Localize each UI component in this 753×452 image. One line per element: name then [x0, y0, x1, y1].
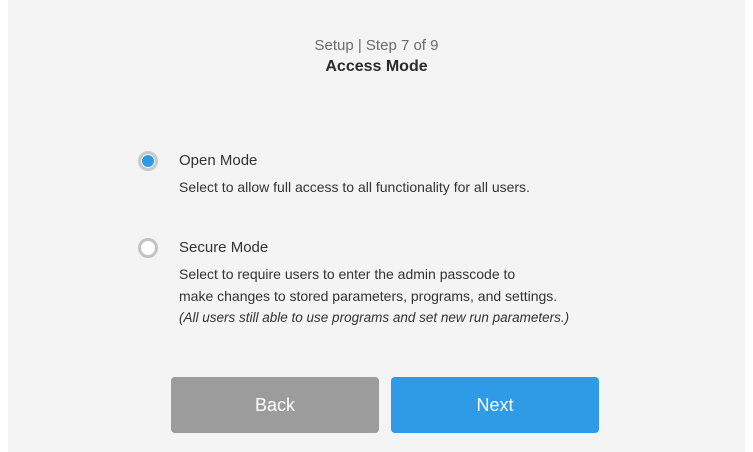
open-mode-label: Open Mode	[179, 152, 258, 169]
page-title: Access Mode	[325, 58, 428, 75]
open-mode-radio[interactable]	[138, 151, 158, 171]
secure-mode-label: Secure Mode	[179, 239, 269, 256]
secure-mode-note: (All users still able to use programs an…	[179, 310, 570, 325]
open-mode-text: Open Mode Select to allow full access to…	[179, 150, 699, 198]
secure-mode-description-line-1: Select to require users to enter the adm…	[179, 266, 516, 282]
step-indicator: Setup | Step 7 of 9	[314, 37, 439, 54]
back-button[interactable]: Back	[171, 377, 379, 433]
setup-screen: Setup | Step 7 of 9 Access Mode Open Mod…	[8, 0, 745, 452]
secure-mode-description-line-2: make changes to stored parameters, progr…	[179, 288, 558, 304]
secure-mode-text: Secure Mode Select to require users to e…	[179, 237, 699, 329]
setup-header: Setup | Step 7 of 9 Access Mode	[8, 36, 745, 78]
open-mode-description: Select to allow full access to all funct…	[179, 179, 530, 195]
secure-mode-radio[interactable]	[138, 238, 158, 258]
next-button[interactable]: Next	[391, 377, 599, 433]
